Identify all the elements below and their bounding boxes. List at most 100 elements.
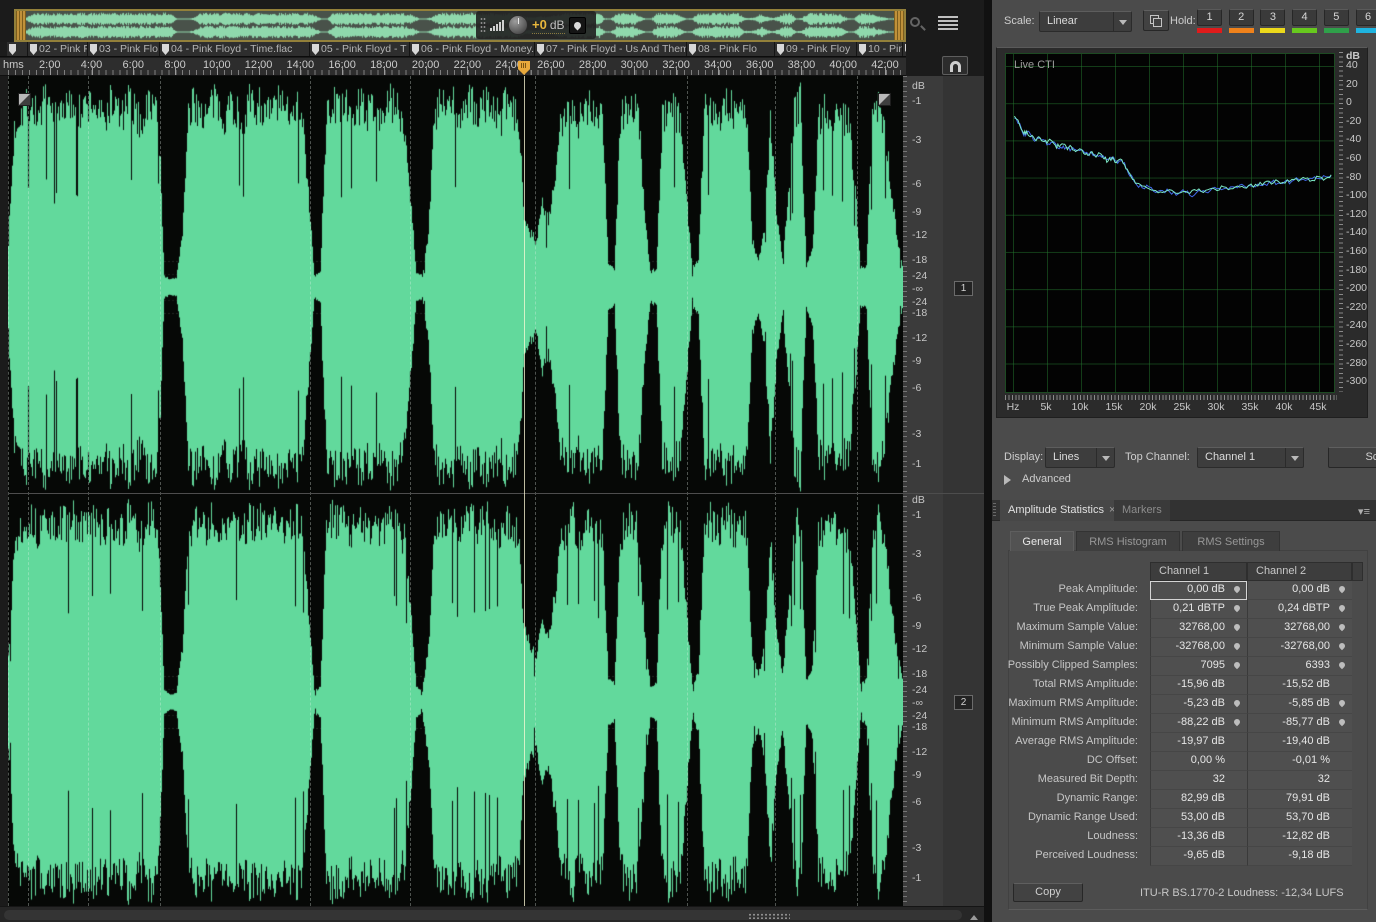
stat-cell-ch2[interactable]: 79,91 dB [1247, 790, 1352, 809]
marker-flag-icon[interactable] [90, 44, 97, 55]
marker-flag-icon[interactable] [777, 44, 784, 55]
marker-flag-icon[interactable] [689, 44, 696, 55]
marker-pin-icon[interactable] [1233, 718, 1241, 726]
stat-cell-ch1[interactable]: -5,23 dB [1150, 695, 1247, 714]
hold-button-1[interactable]: 1 [1197, 9, 1222, 26]
snap-toggle-button[interactable] [942, 56, 968, 75]
marker-pin-icon[interactable] [1233, 604, 1241, 612]
stat-cell-ch1[interactable]: 0,00 % [1150, 752, 1247, 771]
stat-cell-ch2[interactable]: -12,82 dB [1247, 828, 1352, 847]
channel-2-badge[interactable]: 2 [954, 695, 973, 710]
stat-cell-ch1[interactable]: -15,96 dB [1150, 676, 1247, 695]
stat-cell-ch1[interactable]: -13,36 dB [1150, 828, 1247, 847]
stat-cell-ch2[interactable]: 32768,00 [1247, 619, 1352, 638]
gain-knob[interactable] [508, 15, 528, 35]
tab-rms-histogram[interactable]: RMS Histogram [1076, 531, 1180, 551]
marker-pin-icon[interactable] [1338, 604, 1346, 612]
selection-end-handle[interactable] [894, 11, 904, 40]
marker-flag-icon[interactable] [312, 44, 319, 55]
marker-flag-icon[interactable] [859, 44, 866, 55]
stereo-waveform[interactable] [8, 76, 903, 906]
pin-hud-button[interactable] [569, 17, 586, 34]
tab-amplitude-statistics[interactable]: Amplitude Statistics× [1000, 500, 1123, 521]
marker-pin-icon[interactable] [1233, 623, 1241, 631]
timeline-ruler[interactable]: hms 2:004:006:008:0010:0012:0014:0016:00… [0, 58, 906, 76]
marker-tab[interactable]: 08 - Pink Flo [687, 42, 775, 57]
editor-menu-icon[interactable] [938, 16, 958, 31]
marker-tab[interactable]: 03 - Pink Flo [88, 42, 160, 57]
marker-tab[interactable] [903, 42, 906, 57]
gain-hud[interactable]: +0 dB [476, 11, 596, 39]
file-overview-bar[interactable] [14, 9, 906, 42]
stat-cell-ch1[interactable]: 0,00 dB [1150, 581, 1247, 600]
top-channel-select[interactable]: Channel 1 [1197, 447, 1304, 468]
marker-tab[interactable]: 05 - Pink Floyd - T [310, 42, 410, 57]
scan-button[interactable]: Scan [1328, 447, 1376, 468]
gain-value[interactable]: +0 dB [532, 17, 565, 34]
scrollbar-track[interactable] [4, 910, 962, 920]
marker-pin-icon[interactable] [1338, 718, 1346, 726]
marker-tab[interactable]: 02 - Pink F [28, 42, 88, 57]
hold-button-2[interactable]: 2 [1229, 9, 1254, 26]
stat-cell-ch1[interactable]: 0,21 dBTP [1150, 600, 1247, 619]
marker-flag-icon[interactable] [30, 44, 37, 55]
display-select[interactable]: Lines [1045, 447, 1115, 468]
stat-cell-ch1[interactable]: 82,99 dB [1150, 790, 1247, 809]
scrollbar-grip-icon[interactable] [748, 913, 790, 919]
stat-cell-ch2[interactable]: -9,18 dB [1247, 847, 1352, 866]
marker-tab[interactable]: 07 - Pink Floyd - Us And Them.f [535, 42, 687, 57]
stat-cell-ch2[interactable]: -0,01 % [1247, 752, 1352, 771]
marker-pin-icon[interactable] [1338, 699, 1346, 707]
marker-tab[interactable]: 09 - Pink Floy [775, 42, 857, 57]
hold-button-5[interactable]: 5 [1324, 9, 1349, 26]
tab-general[interactable]: General [1010, 531, 1074, 551]
marker-pin-icon[interactable] [1233, 699, 1241, 707]
frequency-plot-area[interactable]: Live CTI [1005, 53, 1335, 393]
column-header-channel-1[interactable]: Channel 1 [1150, 562, 1247, 581]
selection-corner-handle-left[interactable] [18, 93, 31, 106]
stat-cell-ch1[interactable]: -19,97 dB [1150, 733, 1247, 752]
marker-pin-icon[interactable] [1233, 642, 1241, 650]
panel-grip-icon[interactable] [993, 503, 996, 518]
stat-cell-ch2[interactable]: -5,85 dB [1247, 695, 1352, 714]
advanced-section[interactable]: Advanced [992, 470, 1376, 490]
waveform-display[interactable] [8, 76, 903, 906]
marker-tab[interactable]: 04 - Pink Floyd - Time.flac [160, 42, 310, 57]
stat-cell-ch1[interactable]: 53,00 dB [1150, 809, 1247, 828]
stat-cell-ch2[interactable]: 32 [1247, 771, 1352, 790]
marker-pin-icon[interactable] [1233, 585, 1241, 593]
stat-cell-ch1[interactable]: 7095 [1150, 657, 1247, 676]
amplitude-ruler[interactable]: dB-1-3-6-9-12-18-24-∞-24-18-12-9-6-3-1dB… [903, 76, 943, 906]
horizontal-scrollbar[interactable] [0, 906, 984, 922]
stat-cell-ch2[interactable]: -15,52 dB [1247, 676, 1352, 695]
copy-graph-button[interactable] [1143, 10, 1169, 31]
scroll-arrow-icon[interactable] [970, 915, 978, 920]
stat-cell-ch2[interactable]: 0,24 dBTP [1247, 600, 1352, 619]
marker-pin-icon[interactable] [1338, 585, 1346, 593]
stat-cell-ch2[interactable]: -32768,00 [1247, 638, 1352, 657]
stat-cell-ch2[interactable]: 6393 [1247, 657, 1352, 676]
stat-cell-ch2[interactable]: 53,70 dB [1247, 809, 1352, 828]
marker-flag-icon[interactable] [9, 44, 16, 55]
stat-cell-ch1[interactable]: -9,65 dB [1150, 847, 1247, 866]
hud-drag-grip-icon[interactable] [480, 17, 486, 33]
selection-corner-handle-right[interactable] [878, 93, 891, 106]
hold-button-6[interactable]: 6 [1356, 9, 1376, 26]
marker-tab[interactable]: 06 - Pink Floyd - Money.f [410, 42, 535, 57]
selection-start-handle[interactable] [16, 11, 26, 40]
marker-pin-icon[interactable] [1338, 642, 1346, 650]
stat-cell-ch1[interactable]: -32768,00 [1150, 638, 1247, 657]
column-header-channel-2[interactable]: Channel 2 [1247, 562, 1352, 581]
marker-flag-icon[interactable] [412, 44, 419, 55]
zoom-tool-icon[interactable] [908, 15, 928, 35]
marker-pin-icon[interactable] [1338, 623, 1346, 631]
marker-flag-icon[interactable] [162, 44, 169, 55]
copy-button[interactable]: Copy [1013, 883, 1083, 902]
hold-button-4[interactable]: 4 [1292, 9, 1317, 26]
panel-divider[interactable] [984, 0, 992, 922]
panel-menu-icon[interactable]: ▾≡ [1358, 505, 1370, 518]
hold-button-3[interactable]: 3 [1260, 9, 1285, 26]
stat-cell-ch1[interactable]: 32 [1150, 771, 1247, 790]
stat-cell-ch2[interactable]: 0,00 dB [1247, 581, 1352, 600]
tab-markers[interactable]: Markers [1114, 500, 1170, 521]
